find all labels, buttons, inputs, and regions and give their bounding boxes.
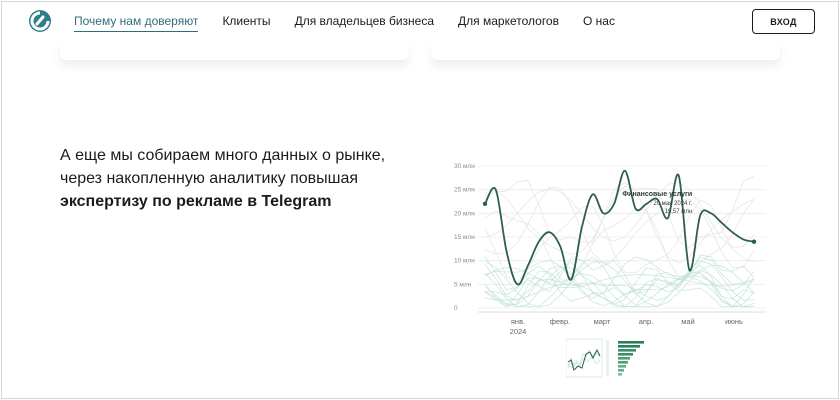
nav-item-business-owners[interactable]: Для владельцев бизнеса <box>295 14 434 32</box>
nav-item-about[interactable]: О нас <box>583 14 615 32</box>
x-tick-label: февр. <box>550 317 571 326</box>
headline-line: через накопленную аналитику повышая <box>60 170 359 187</box>
x-tick-label: апр. <box>639 317 654 326</box>
info-card <box>60 42 408 60</box>
tooltip-date: 20 мая 2024 г. <box>653 201 692 207</box>
market-chart: 30 млн 25 млн 20 млн 15 млн 10 млн 5 млн 0 янв.… <box>454 163 766 336</box>
y-tick-label: 5 млн <box>454 281 472 288</box>
nav-item-marketers[interactable]: Для маркетологов <box>458 14 559 32</box>
info-card <box>432 42 780 60</box>
login-button[interactable]: ВХОД <box>752 9 815 34</box>
y-tick-label: 30 млн <box>454 163 475 170</box>
tooltip-title: Финансовые услуги <box>622 191 692 198</box>
nav-item-clients[interactable]: Клиенты <box>222 14 270 32</box>
series-start-point <box>482 201 488 207</box>
series-end-point <box>751 239 757 244</box>
y-tick-label: 0 <box>454 305 458 312</box>
background-series-line <box>484 185 755 264</box>
x-tick-year: 2024 <box>510 327 527 336</box>
x-tick-label: июнь <box>725 317 743 326</box>
y-tick-label: 10 млн <box>454 258 475 265</box>
y-tick-label: 15 млн <box>454 234 475 241</box>
chart-thumbnail[interactable] <box>566 338 646 378</box>
logo-icon[interactable] <box>28 9 52 33</box>
main-nav: Почему нам доверяют Клиенты Для владельц… <box>74 14 639 32</box>
x-tick-label: май <box>681 317 695 326</box>
headline-line: А еще мы собираем много данных о рынке, <box>60 147 386 164</box>
x-tick-label: март <box>594 317 611 326</box>
tooltip-value: 19,57 млн <box>665 209 693 215</box>
x-tick-label: янв. <box>511 317 525 326</box>
section-headline: А еще мы собираем много данных о рынке, … <box>60 144 410 213</box>
y-tick-label: 20 млн <box>454 210 475 217</box>
headline-bold: экспертизу по рекламе в Telegram <box>60 193 332 210</box>
y-tick-label: 25 млн <box>454 187 475 194</box>
nav-item-why-trust[interactable]: Почему нам доверяют <box>74 14 199 32</box>
